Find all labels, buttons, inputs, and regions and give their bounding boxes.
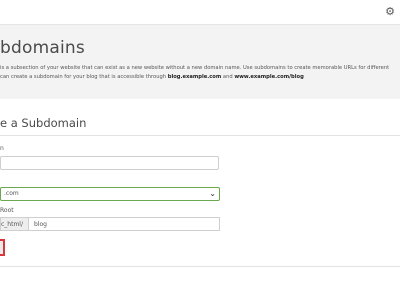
document-root-value: blog bbox=[34, 221, 47, 228]
desc-example-2: www.example.com/blog bbox=[234, 74, 304, 80]
desc-line-1: is a subsection of your website that can… bbox=[0, 65, 390, 71]
document-root-label: Root bbox=[0, 207, 14, 214]
desc-example-1: blog.example.com bbox=[167, 74, 222, 80]
domain-select-value: .com bbox=[4, 190, 19, 197]
subdomain-label: n bbox=[0, 145, 4, 152]
subdomain-input[interactable] bbox=[0, 156, 219, 170]
desc-and: and bbox=[221, 74, 235, 80]
user-settings-icon[interactable]: ⚙ bbox=[382, 4, 398, 20]
document-root-prefix: c_html/ bbox=[0, 217, 28, 231]
create-button[interactable] bbox=[0, 239, 5, 256]
chevron-down-icon: ⌄ bbox=[209, 189, 216, 198]
document-root-input[interactable]: blog bbox=[28, 217, 220, 231]
page-description: is a subsection of your website that can… bbox=[0, 64, 400, 82]
desc-line-2: can create a subdomain for your blog tha… bbox=[0, 74, 168, 80]
bottom-divider bbox=[0, 266, 400, 267]
section-divider bbox=[0, 135, 400, 136]
page-header bbox=[0, 25, 400, 99]
top-bar: ⚙ bbox=[0, 0, 400, 25]
section-title: e a Subdomain bbox=[0, 116, 87, 130]
document-root-prefix-text: c_html/ bbox=[1, 221, 23, 228]
domain-select[interactable]: .com ⌄ bbox=[0, 187, 220, 201]
page-title: bdomains bbox=[0, 38, 85, 58]
